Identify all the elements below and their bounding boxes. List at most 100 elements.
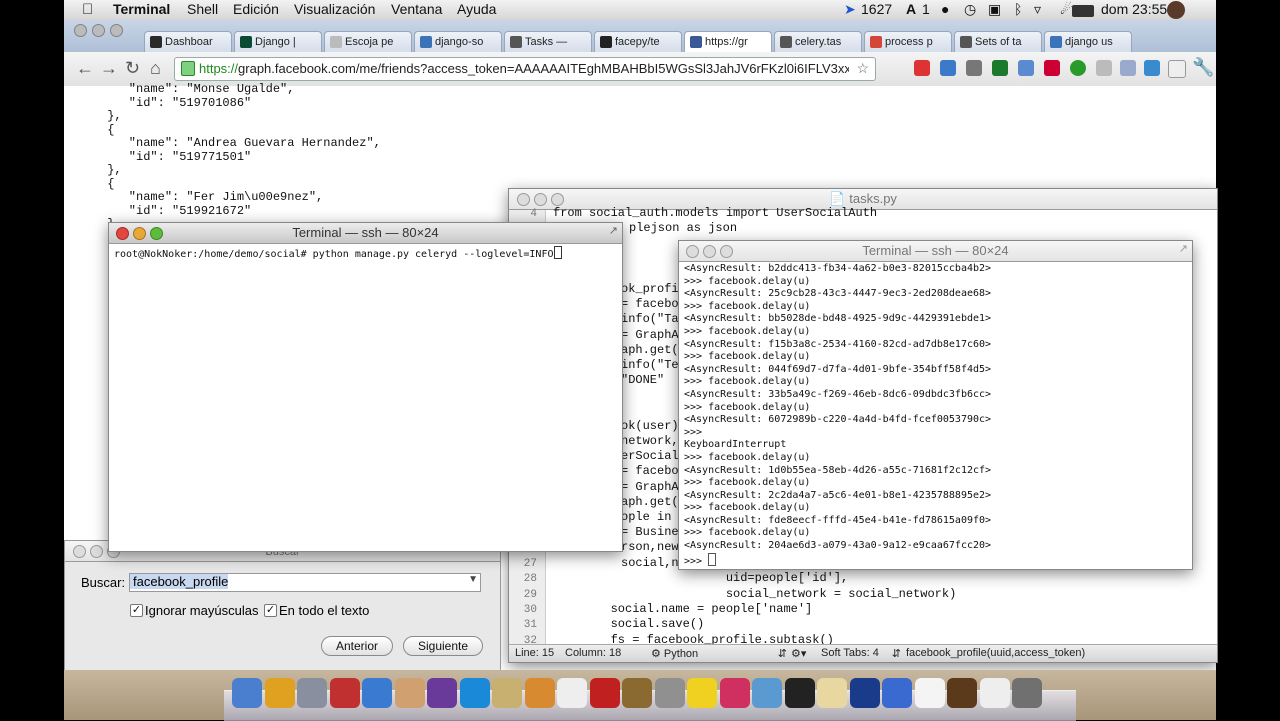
location-arrow-icon[interactable]: ➤: [844, 1, 856, 18]
wifi-icon[interactable]: ▿: [1034, 1, 1041, 18]
reload-button[interactable]: ↻: [125, 58, 140, 79]
whole-text-checkbox[interactable]: ✓: [264, 604, 277, 617]
language-select[interactable]: ⚙ Python ⇵: [651, 647, 787, 660]
extension-badge-icon[interactable]: [914, 60, 930, 76]
chevron-down-icon[interactable]: ▼: [468, 574, 478, 585]
spotify-icon[interactable]: [1070, 60, 1086, 76]
dock-app-icon[interactable]: [947, 678, 977, 708]
forward-button[interactable]: →: [100, 58, 118, 79]
dock-app-icon[interactable]: [784, 678, 815, 708]
extension-icon[interactable]: [1168, 60, 1186, 78]
minimize-window-light[interactable]: [534, 193, 547, 206]
dock-app-icon[interactable]: [459, 678, 490, 708]
dock-app-icon[interactable]: [394, 678, 425, 708]
zoom-window-light[interactable]: [110, 24, 123, 37]
minimize-window-light[interactable]: [703, 245, 716, 258]
tab[interactable]: Tasks —: [504, 31, 592, 53]
symbol-select[interactable]: facebook_profile(uuid,access_token): [906, 647, 1085, 659]
avatar[interactable]: [1167, 1, 1185, 19]
ignore-case-checkbox[interactable]: ✓: [130, 604, 143, 617]
dock-app-icon[interactable]: [817, 678, 847, 708]
menu-visualizacion[interactable]: Visualización: [294, 1, 375, 17]
resize-icon[interactable]: ↗: [1179, 239, 1188, 259]
dock-app-icon[interactable]: [524, 678, 555, 708]
terminal-prompt[interactable]: root@NokNoker:/home/demo/social# python …: [114, 246, 562, 262]
resize-icon[interactable]: ↗: [609, 221, 618, 241]
dock-app-icon[interactable]: [362, 678, 392, 708]
search-input[interactable]: facebook_profile ▼: [129, 573, 481, 592]
dock-app-icon[interactable]: [882, 678, 912, 708]
close-window-light[interactable]: [74, 24, 87, 37]
clock[interactable]: dom 23:55: [1101, 1, 1167, 17]
tab[interactable]: Dashboar: [144, 31, 232, 53]
extension-icon[interactable]: [992, 60, 1008, 76]
close-window-light[interactable]: [116, 227, 129, 240]
dock-app-icon[interactable]: [329, 678, 360, 708]
extension-icon[interactable]: [1018, 60, 1034, 76]
previous-button[interactable]: Anterior: [321, 636, 393, 656]
tab[interactable]: Sets of ta: [954, 31, 1042, 53]
tab[interactable]: facepy/te: [594, 31, 682, 53]
dock-app-icon[interactable]: [589, 678, 620, 708]
menu-ventana[interactable]: Ventana: [391, 1, 442, 17]
wrench-icon[interactable]: 🔧: [1192, 57, 1214, 78]
volume-icon[interactable]: ☄: [1060, 1, 1073, 18]
zoom-window-light[interactable]: [551, 193, 564, 206]
close-window-light[interactable]: [686, 245, 699, 258]
battery-icon[interactable]: [1072, 5, 1094, 17]
soft-tabs-select[interactable]: Soft Tabs: 4 ⇵: [821, 647, 901, 660]
terminal-window-python[interactable]: Terminal — ssh — 80×24 ↗ <AsyncResult: b…: [678, 240, 1193, 570]
terminal-output[interactable]: <AsyncResult: b2ddc413-fb34-4a62-b0e3-82…: [684, 263, 991, 568]
python-extension-icon[interactable]: [940, 60, 956, 76]
status-count[interactable]: 1627: [861, 1, 892, 17]
menu-shell[interactable]: Shell: [187, 1, 218, 17]
dock-app-icon[interactable]: [849, 678, 880, 708]
tab[interactable]: django us: [1044, 31, 1132, 53]
dock-app-icon[interactable]: [232, 678, 262, 708]
tab[interactable]: celery.tas: [774, 31, 862, 53]
settings-gear-icon[interactable]: ⚙▾: [791, 647, 806, 660]
dock-app-icon[interactable]: [557, 678, 587, 708]
dock-app-icon[interactable]: [914, 678, 945, 708]
close-window-light[interactable]: [517, 193, 530, 206]
extension-icon[interactable]: [1144, 60, 1160, 76]
menu-ayuda[interactable]: Ayuda: [457, 1, 496, 17]
extension-icon[interactable]: [1120, 60, 1136, 76]
minimize-window-light[interactable]: [92, 24, 105, 37]
tab[interactable]: Escoja pe: [324, 31, 412, 53]
next-button[interactable]: Siguiente: [403, 636, 483, 656]
zoom-window-light[interactable]: [150, 227, 163, 240]
adobe-icon[interactable]: A: [906, 1, 916, 17]
dock-app-icon[interactable]: [719, 678, 750, 708]
menu-app-name[interactable]: Terminal: [113, 1, 170, 17]
activity-icon[interactable]: ▣: [988, 1, 1001, 18]
user-icon[interactable]: ●: [941, 1, 949, 17]
bluetooth-icon[interactable]: ᛒ: [1014, 1, 1022, 17]
dock-app-icon[interactable]: [297, 678, 327, 708]
dock-app-icon[interactable]: [687, 678, 717, 708]
close-window-light[interactable]: [73, 545, 86, 558]
menu-edicion[interactable]: Edición: [233, 1, 279, 17]
dock-app-icon[interactable]: [979, 678, 1010, 708]
extension-icon[interactable]: [1096, 60, 1112, 76]
extension-icon[interactable]: [1044, 60, 1060, 76]
tab[interactable]: process p: [864, 31, 952, 53]
dock-app-icon[interactable]: [752, 678, 782, 708]
address-bar[interactable]: https://graph.facebook.com/me/friends?ac…: [174, 57, 876, 81]
home-button[interactable]: ⌂: [150, 58, 161, 79]
time-machine-icon[interactable]: ◷: [964, 1, 976, 18]
dock-app-icon[interactable]: [264, 678, 295, 708]
dock-app-icon[interactable]: [654, 678, 685, 708]
minimize-window-light[interactable]: [133, 227, 146, 240]
terminal-window-celeryd[interactable]: Terminal — ssh — 80×24 ↗ root@NokNoker:/…: [108, 222, 623, 552]
extension-icon[interactable]: [966, 60, 982, 76]
apple-icon[interactable]: : [82, 1, 93, 18]
bookmark-star-icon[interactable]: ☆: [856, 60, 869, 77]
dock-app-icon[interactable]: [1012, 678, 1042, 708]
terminal-titlebar[interactable]: Terminal — ssh — 80×24 ↗: [679, 241, 1192, 262]
tab[interactable]: https://gr: [684, 31, 772, 53]
dock-app-icon[interactable]: [492, 678, 522, 708]
tab[interactable]: Django |: [234, 31, 322, 53]
tab[interactable]: django-so: [414, 31, 502, 53]
dock-app-icon[interactable]: [427, 678, 457, 708]
